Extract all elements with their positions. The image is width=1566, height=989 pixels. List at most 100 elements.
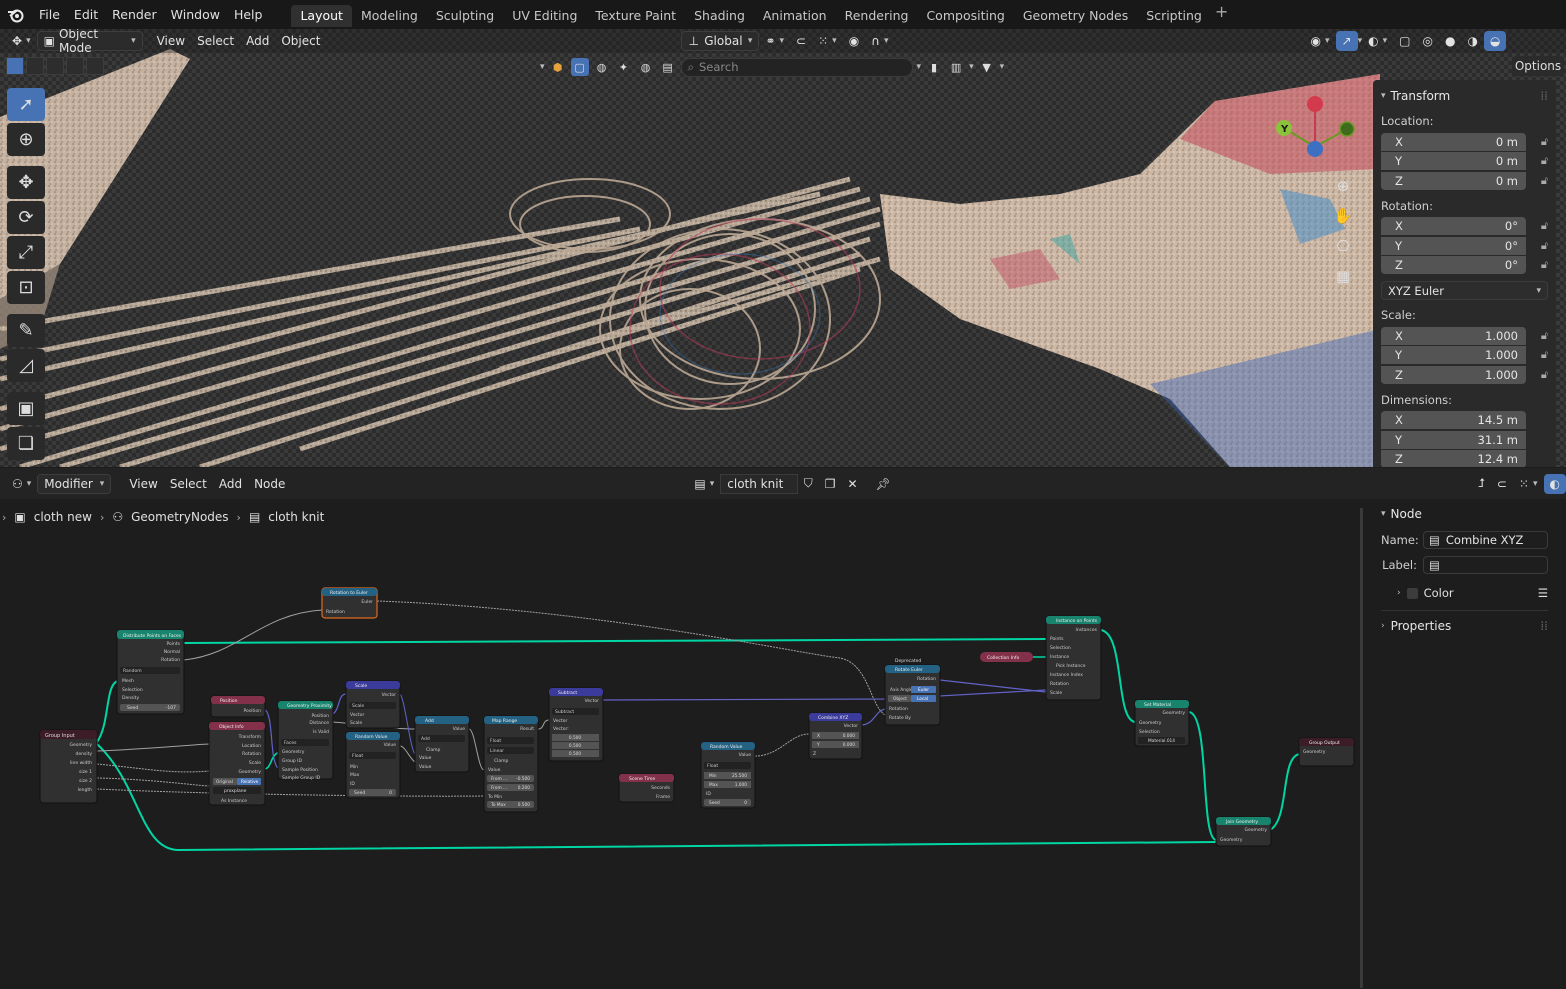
local-toggle[interactable]: Local bbox=[917, 696, 928, 702]
select-subtract-icon[interactable] bbox=[46, 57, 64, 75]
move-tool[interactable]: ✥ bbox=[7, 166, 45, 199]
scale-y-field[interactable]: Y 1.000 bbox=[1381, 346, 1526, 365]
euler-toggle[interactable]: Euler bbox=[918, 687, 929, 693]
interpolation-dropdown[interactable]: Linear bbox=[490, 748, 504, 754]
chevron-down-icon[interactable]: ▾ bbox=[1000, 62, 1005, 72]
menu-object[interactable]: Object bbox=[275, 31, 326, 51]
layout-icon[interactable]: ▥ bbox=[947, 58, 965, 76]
editor-type-button[interactable]: ✥ ▾ bbox=[6, 31, 37, 51]
node-tree-name-field[interactable]: cloth knit bbox=[720, 473, 798, 494]
visibility-button[interactable]: ◉ ▾ bbox=[1305, 31, 1336, 51]
perspective-grid-icon[interactable]: ▦ bbox=[1331, 264, 1355, 288]
node-panel-header[interactable]: ▾ Node bbox=[1381, 504, 1548, 524]
clamp-checkbox[interactable]: Clamp bbox=[426, 747, 441, 753]
seed-field[interactable]: -107 bbox=[166, 705, 176, 711]
pivot-point-button[interactable]: ⚭ ▾ bbox=[759, 31, 790, 51]
y-field[interactable]: 0.000 bbox=[843, 742, 856, 748]
camera-icon[interactable]: ⎔ bbox=[1331, 234, 1355, 258]
measure-tool[interactable]: ◿ bbox=[7, 349, 45, 382]
scale-z-field[interactable]: Z 1.000 bbox=[1381, 365, 1526, 384]
chevron-down-icon[interactable]: ▾ bbox=[540, 62, 545, 72]
blender-logo-icon[interactable] bbox=[0, 7, 32, 23]
tab-animation[interactable]: Animation bbox=[754, 5, 836, 27]
snap-target-button[interactable]: ⁙ ▾ bbox=[812, 31, 843, 51]
lock-icon[interactable]: 🔓︎ bbox=[1526, 135, 1548, 149]
menu-select[interactable]: Select bbox=[164, 474, 213, 494]
clamp-checkbox[interactable]: Clamp bbox=[494, 758, 509, 764]
node-rotate-euler[interactable]: Deprecated Rotate Euler Rotation Axis An… bbox=[884, 658, 941, 726]
axis-angle-toggle[interactable]: Axis Angle bbox=[890, 687, 913, 693]
type-dropdown[interactable]: Float bbox=[352, 753, 363, 759]
snap-toggle[interactable]: ⊂ bbox=[790, 31, 812, 51]
menu-edit[interactable]: Edit bbox=[67, 0, 105, 29]
node-group-output[interactable]: Group Output Geometry bbox=[1298, 737, 1355, 767]
transform-panel-header[interactable]: ▾ Transform ⁞⁞ bbox=[1381, 86, 1548, 106]
dimensions-y-field[interactable]: Y 31.1 m bbox=[1381, 430, 1526, 449]
node-geometry-proximity[interactable]: Geometry Proximity Position Distance Is … bbox=[277, 700, 334, 781]
location-x-field[interactable]: X 0 m bbox=[1381, 132, 1526, 151]
tab-scripting[interactable]: Scripting bbox=[1137, 5, 1211, 27]
from-max-field[interactable]: 0.200 bbox=[518, 785, 531, 791]
node-name-field[interactable]: ▤ Combine XYZ bbox=[1423, 531, 1548, 549]
lock-icon[interactable]: 🔓︎ bbox=[1526, 174, 1548, 188]
node-object-info[interactable]: Object Info Transform Location Rotation … bbox=[208, 721, 266, 806]
vector-x-field[interactable]: 0.500 bbox=[569, 735, 582, 741]
select-new-icon[interactable] bbox=[6, 57, 24, 75]
location-y-field[interactable]: Y 0 m bbox=[1381, 152, 1526, 171]
overlay-toggle[interactable]: ◐ bbox=[1543, 473, 1566, 494]
from-min-field[interactable]: -0.500 bbox=[516, 776, 530, 782]
xray-toggle[interactable]: ▢ bbox=[1393, 31, 1416, 51]
rotation-z-field[interactable]: Z 0° bbox=[1381, 256, 1526, 275]
select-box-tool[interactable]: ➚ bbox=[7, 88, 45, 121]
light-filter-icon[interactable]: ✦ bbox=[615, 58, 633, 76]
mode-dropdown[interactable]: Scale bbox=[352, 703, 364, 709]
mode-dropdown[interactable]: Add bbox=[421, 736, 430, 742]
fake-user-icon[interactable]: ⛉ bbox=[798, 474, 819, 494]
node-distribute-points[interactable]: Distribute Points on Faces Points Normal… bbox=[116, 629, 185, 715]
node-canvas[interactable]: Group Input Geometry density line width … bbox=[0, 524, 1360, 989]
shading-solid[interactable]: ● bbox=[1439, 31, 1461, 51]
transform-tool[interactable]: ⊡ bbox=[7, 271, 45, 304]
lock-icon[interactable]: 🔓︎ bbox=[1526, 258, 1548, 272]
tab-geometry-nodes[interactable]: Geometry Nodes bbox=[1014, 5, 1137, 27]
node-instance-on-points[interactable]: Instance on Points Instances Points Sele… bbox=[1045, 615, 1102, 701]
node-scene-time[interactable]: Scene Time Seconds Frame bbox=[618, 773, 675, 803]
tab-compositing[interactable]: Compositing bbox=[917, 5, 1013, 27]
seed-field[interactable]: 0 bbox=[744, 800, 747, 806]
rotate-tool[interactable]: ⟳ bbox=[7, 201, 45, 234]
tab-uv-editing[interactable]: UV Editing bbox=[503, 5, 586, 27]
annotate-tool[interactable]: ✎ bbox=[7, 314, 45, 347]
color-checkbox[interactable] bbox=[1406, 587, 1418, 599]
menu-render[interactable]: Render bbox=[105, 0, 164, 29]
pin-icon[interactable]: 📌︎ bbox=[870, 474, 897, 494]
scale-x-field[interactable]: X 1.000 bbox=[1381, 326, 1526, 345]
breadcrumb-object[interactable]: cloth new bbox=[34, 510, 92, 524]
tab-sculpting[interactable]: Sculpting bbox=[427, 5, 503, 27]
x-field[interactable]: 0.000 bbox=[843, 733, 856, 739]
node-group-input[interactable]: Group Input Geometry density line width … bbox=[39, 729, 98, 804]
orientation-dropdown[interactable]: ⊥ Global ▾ bbox=[681, 31, 760, 51]
tab-modeling[interactable]: Modeling bbox=[352, 5, 427, 27]
menu-add[interactable]: Add bbox=[213, 474, 248, 494]
type-dropdown[interactable]: Float bbox=[707, 763, 718, 769]
unlink-close-icon[interactable]: ✕ bbox=[841, 474, 863, 494]
dimensions-z-field[interactable]: Z 12.4 m bbox=[1381, 450, 1526, 467]
extra-tool[interactable]: ❏ bbox=[7, 427, 45, 460]
node-subtract[interactable]: Subtract Vector Subtract Vector Vector: … bbox=[548, 687, 604, 762]
original-toggle[interactable]: Original bbox=[216, 779, 233, 785]
menu-view[interactable]: View bbox=[151, 31, 191, 51]
lock-icon[interactable]: 🔓︎ bbox=[1526, 348, 1548, 362]
rotation-x-field[interactable]: X 0° bbox=[1381, 217, 1526, 236]
node-position[interactable]: Position Position bbox=[210, 695, 266, 718]
parent-node-tree-icon[interactable]: ⮥ bbox=[1472, 474, 1491, 494]
drag-handle-icon[interactable]: ⁞⁞ bbox=[1540, 89, 1548, 103]
rotation-y-field[interactable]: Y 0° bbox=[1381, 236, 1526, 255]
tab-shading[interactable]: Shading bbox=[685, 5, 754, 27]
node-join-geometry[interactable]: Join Geometry Geometry Geometry bbox=[1215, 816, 1272, 847]
breadcrumb-node-tree[interactable]: cloth knit bbox=[268, 510, 324, 524]
mesh-filter-icon[interactable]: ◍ bbox=[593, 58, 611, 76]
options-button[interactable]: Options bbox=[1512, 56, 1564, 76]
search-input[interactable]: ⌕ Search bbox=[680, 57, 913, 77]
list-icon[interactable]: ☰ bbox=[1538, 586, 1548, 600]
node-set-material[interactable]: Set Material Geometry Geometry Selection… bbox=[1134, 699, 1190, 747]
